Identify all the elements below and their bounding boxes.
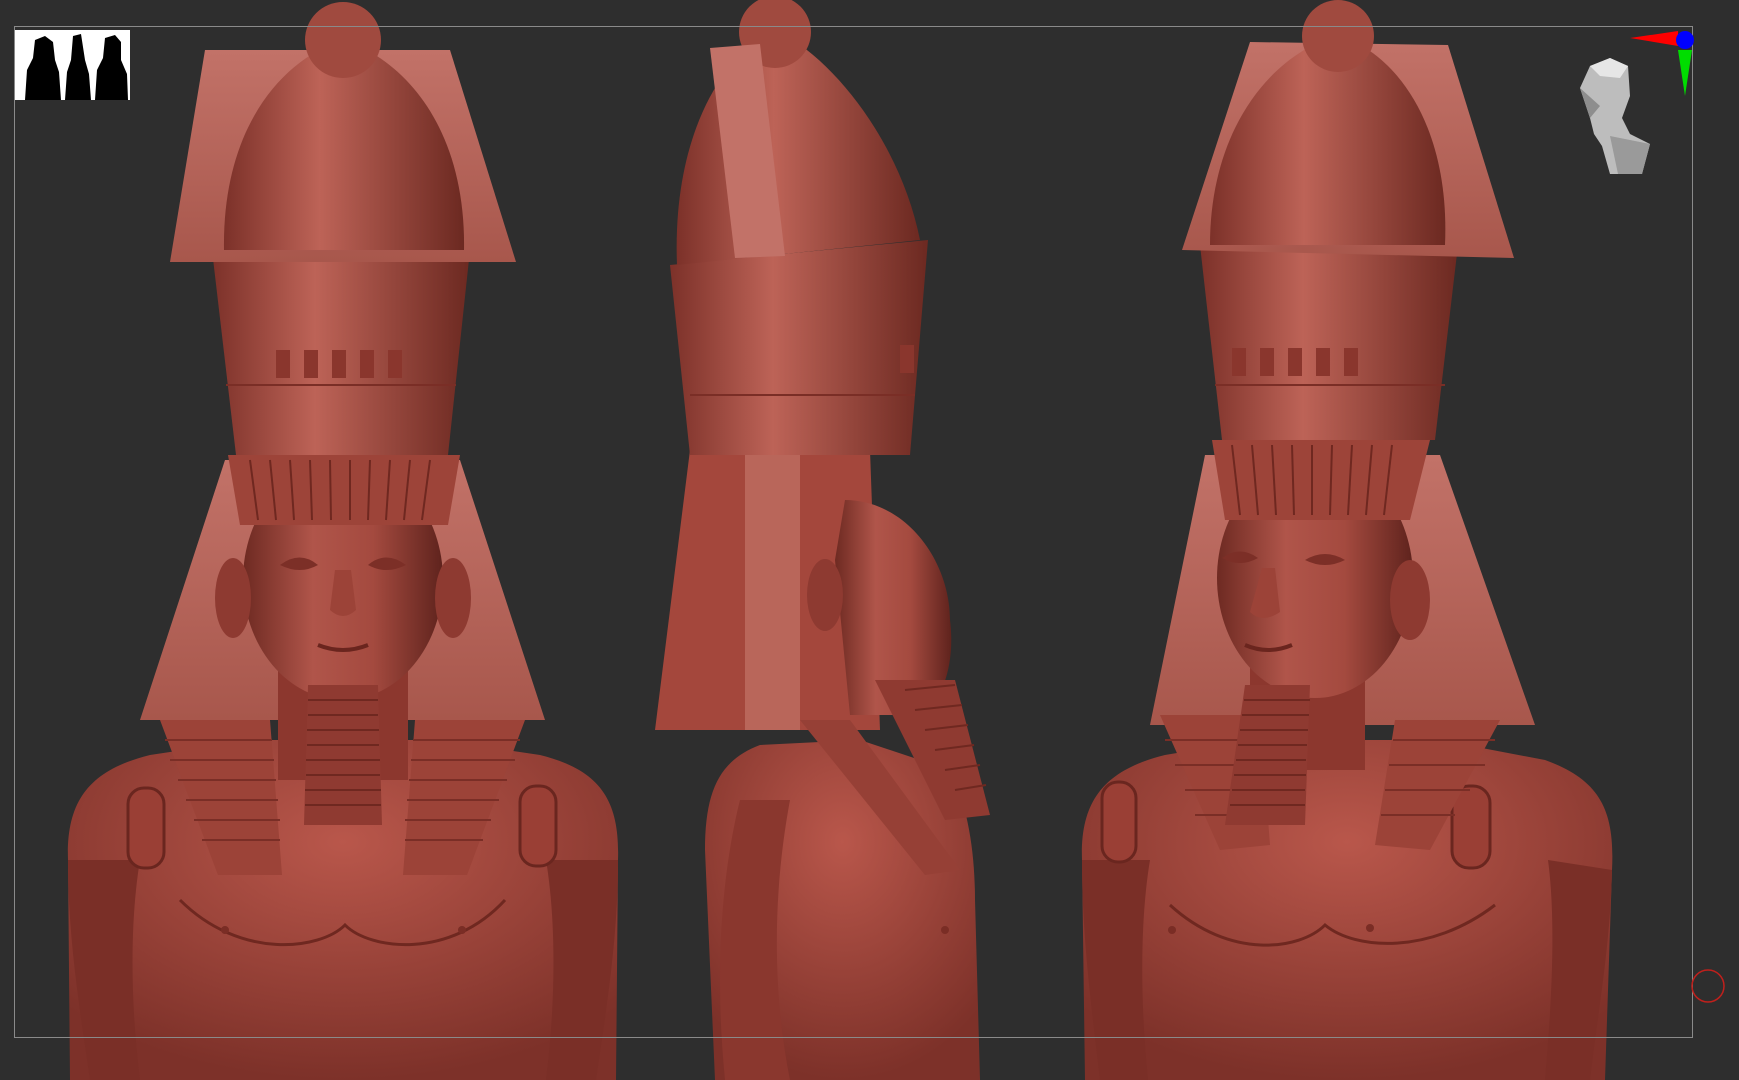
orientation-gizmo[interactable] xyxy=(1570,26,1700,176)
orientation-head-icon xyxy=(1580,58,1650,174)
statue-front-view xyxy=(67,2,619,1080)
axis-indicator-icon xyxy=(1630,31,1694,96)
sculpt-canvas[interactable] xyxy=(0,0,1739,1080)
silhouette-thumbnail-icon xyxy=(15,30,130,100)
3d-viewport[interactable] xyxy=(0,0,1739,1080)
floor-circle-icon[interactable] xyxy=(1690,968,1726,1004)
statue-side-view xyxy=(655,0,990,1080)
statue-three-quarter-view xyxy=(1081,0,1613,1080)
